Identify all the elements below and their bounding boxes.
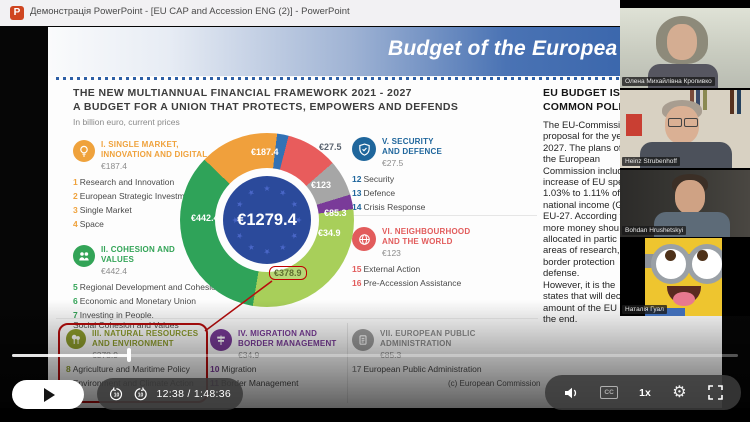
gear-icon[interactable]: ⚙ [672, 385, 686, 401]
minion-pupil [697, 250, 708, 261]
glasses [684, 118, 698, 127]
minion-pupil [665, 250, 676, 261]
glasses [668, 118, 682, 127]
budget-total: €1279.4 [223, 211, 311, 230]
participant-face [667, 24, 697, 60]
webcam-column: Олена Михайлівна Кропивко Heinz Strubenh… [620, 0, 750, 316]
section-title: I. SINGLE MARKET, INNOVATION AND DIGITAL [101, 140, 207, 160]
svg-text:10: 10 [137, 392, 143, 398]
rewind-10-icon[interactable]: 10 [109, 386, 124, 403]
playback-speed-button[interactable]: 1x [639, 387, 651, 399]
section-value: €27.5 [382, 158, 442, 168]
dotted-divider [56, 77, 716, 80]
segment-label-6: €123 [311, 180, 331, 190]
segment-label-1: €187.4 [251, 147, 279, 157]
webcam-tile-1: Олена Михайлівна Кропивко [620, 8, 750, 88]
legend-item: 12Security [352, 174, 512, 184]
fullscreen-icon[interactable] [708, 385, 723, 400]
section-value: €442.4 [101, 266, 175, 276]
time-display: 12:38 / 1:48:36 [156, 388, 231, 400]
section-value: €187.4 [101, 161, 207, 171]
lightbulb-icon [73, 140, 95, 162]
captions-icon[interactable]: CC [600, 386, 617, 399]
play-icon [44, 388, 55, 402]
participant-face [675, 180, 705, 214]
webcam-tile-2: Heinz Strubenhoff [620, 90, 750, 168]
section-value: €123 [382, 248, 470, 258]
forward-10-icon[interactable]: 10 [133, 386, 148, 403]
globe-icon [352, 227, 376, 251]
segment-label-4: €34.9 [318, 228, 341, 238]
section-title: V. SECURITY AND DEFENCE [382, 137, 442, 157]
slide-heading-line1: THE NEW MULTIANNUAL FINANCIAL FRAMEWORK … [73, 87, 412, 99]
people-icon [73, 245, 95, 267]
eu-flag-center: ★ ★ ★ ★ ★ ★ ★ ★ ★ ★ ★ ★ €1279.4 [223, 176, 311, 264]
bookshelf [703, 90, 707, 110]
powerpoint-icon: P [10, 6, 24, 20]
legend-section-5: V. SECURITY AND DEFENCE €27.5 12Security… [352, 137, 512, 216]
legend-section-6: VI. NEIGHBOURHOOD AND THE WORLD €123 15E… [352, 227, 512, 292]
slide-heading-line2: A BUDGET FOR A UNION THAT PROTECTS, EMPO… [73, 101, 458, 113]
play-button[interactable] [12, 380, 84, 409]
minion-tongue [673, 292, 695, 306]
shield-icon [352, 137, 376, 161]
participant-name-label: Bohdan Hrushetskyi [622, 226, 686, 235]
legend-item: 5Regional Development and Cohesion [73, 282, 221, 292]
slide-banner-title: Budget of the Europea [388, 37, 617, 61]
bottom-black-bar [0, 408, 750, 422]
webcam-tile-3: Bohdan Hrushetskyi [620, 170, 750, 237]
legend-item: 14Crisis Response [352, 202, 512, 212]
seek-bar-played [12, 354, 128, 357]
participant-name-label: Heinz Strubenhoff [622, 157, 680, 166]
playback-controls: 10 10 12:38 / 1:48:36 [97, 378, 243, 410]
participant-name-label: Наталія Гуал [622, 305, 667, 314]
player-settings-controls: CC 1x ⚙ [545, 375, 741, 410]
segment-label-3-highlighted: €378.9 [269, 266, 307, 280]
webcam-tile-4: Наталія Гуал [620, 238, 750, 316]
svg-text:10: 10 [114, 392, 120, 398]
segment-label-5: €27.5 [319, 142, 342, 152]
legend-divider [352, 215, 537, 216]
bookshelf [737, 90, 741, 114]
segment-label-7: €85.3 [324, 208, 347, 218]
volume-icon[interactable] [563, 385, 579, 401]
legend-item: 15External Action [352, 264, 512, 274]
video-player-screen: P Демонстрація PowerPoint - [EU CAP and … [0, 0, 750, 422]
segment-label-2: €442.4 [191, 213, 219, 223]
legend-item: 16Pre-Accession Assistance [352, 278, 512, 288]
participant-name-label: Олена Михайлівна Кропивко [622, 77, 715, 86]
section-title: VI. NEIGHBOURHOOD AND THE WORLD [382, 227, 470, 247]
slide-subtitle: In billion euro, current prices [73, 117, 180, 127]
legend-item: 13Defence [352, 188, 512, 198]
seek-bar-playhead[interactable] [127, 348, 131, 362]
bookshelf [730, 90, 734, 114]
section-title: II. COHESION AND VALUES [101, 245, 175, 265]
wall-art [626, 114, 642, 136]
window-title: Демонстрація PowerPoint - [EU CAP and Ac… [30, 6, 350, 17]
